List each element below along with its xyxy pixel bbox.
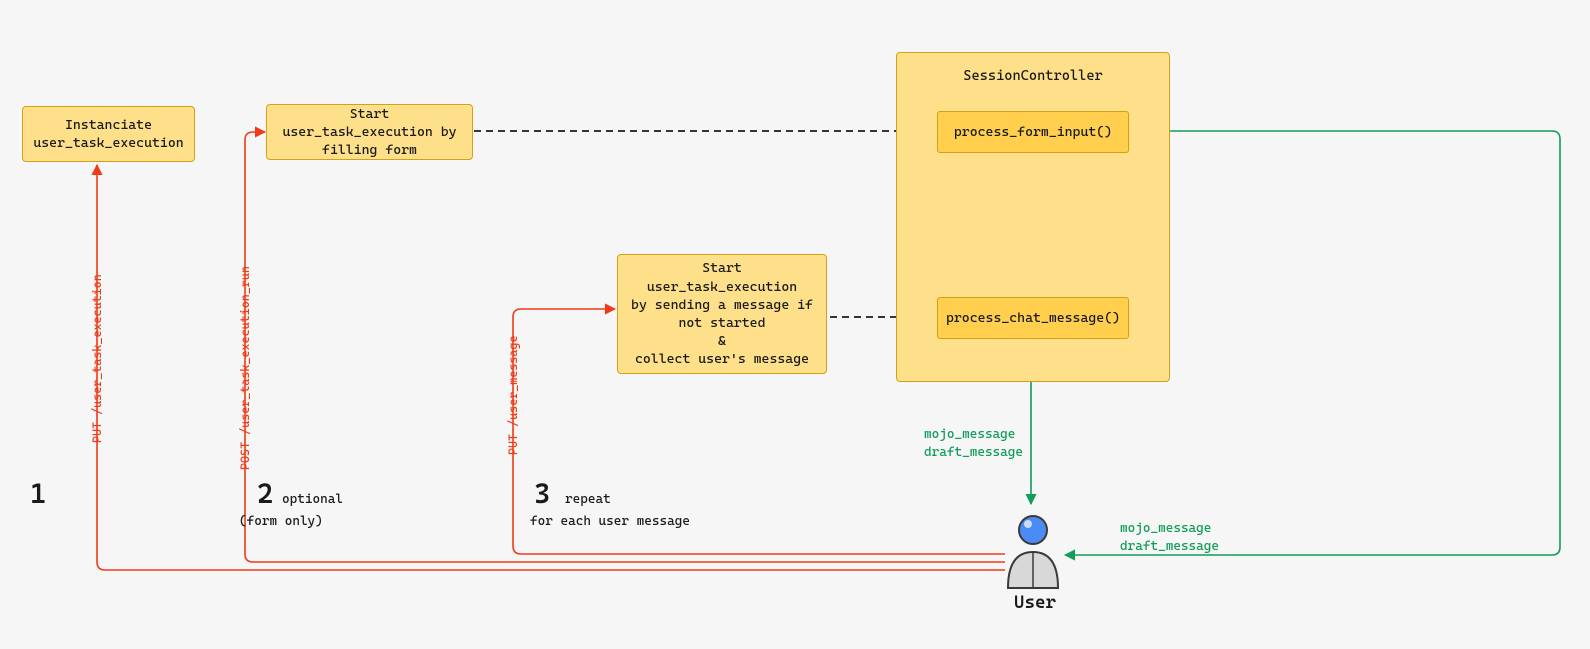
step-2-sub2: (form only) <box>239 514 323 529</box>
session-controller-title: SessionController <box>897 68 1169 84</box>
node-instantiate: Instanciate user_task_execution <box>22 106 195 162</box>
edge-label-put-msg: PUT /user_message <box>506 335 520 455</box>
green-label-left: mojo_message draft_message <box>924 426 1023 461</box>
step-3-sub2: for each user message <box>530 514 690 529</box>
edge-label-post-ute-run: POST /user_task_execution_run <box>238 266 252 470</box>
node-process-chat-label: process_chat_message() <box>946 310 1120 326</box>
node-process-form: process_form_input() <box>937 111 1129 153</box>
step-1-number: 1 <box>30 477 46 510</box>
step-2-sub1: optional <box>282 492 343 507</box>
node-start-msg-label: Start user_task_execution by sending a m… <box>628 259 816 368</box>
node-instantiate-label: Instanciate user_task_execution <box>33 116 183 152</box>
step-3-number: 3 <box>534 477 550 510</box>
node-start-form: Start user_task_execution by filling for… <box>266 104 473 160</box>
node-process-form-label: process_form_input() <box>954 124 1112 140</box>
step-2-number: 2 <box>257 477 273 510</box>
step-3-sub1: repeat <box>565 492 611 507</box>
node-process-chat: process_chat_message() <box>937 297 1129 339</box>
user-label: User <box>1010 592 1060 613</box>
green-label-right: mojo_message draft_message <box>1120 520 1219 555</box>
node-start-msg: Start user_task_execution by sending a m… <box>617 254 827 374</box>
node-start-form-label: Start user_task_execution by filling for… <box>277 105 462 160</box>
session-controller: SessionController process_form_input() p… <box>896 52 1170 382</box>
edge-label-put-ute: PUT /user_task_execution <box>90 274 104 443</box>
user-icon <box>1008 516 1058 588</box>
